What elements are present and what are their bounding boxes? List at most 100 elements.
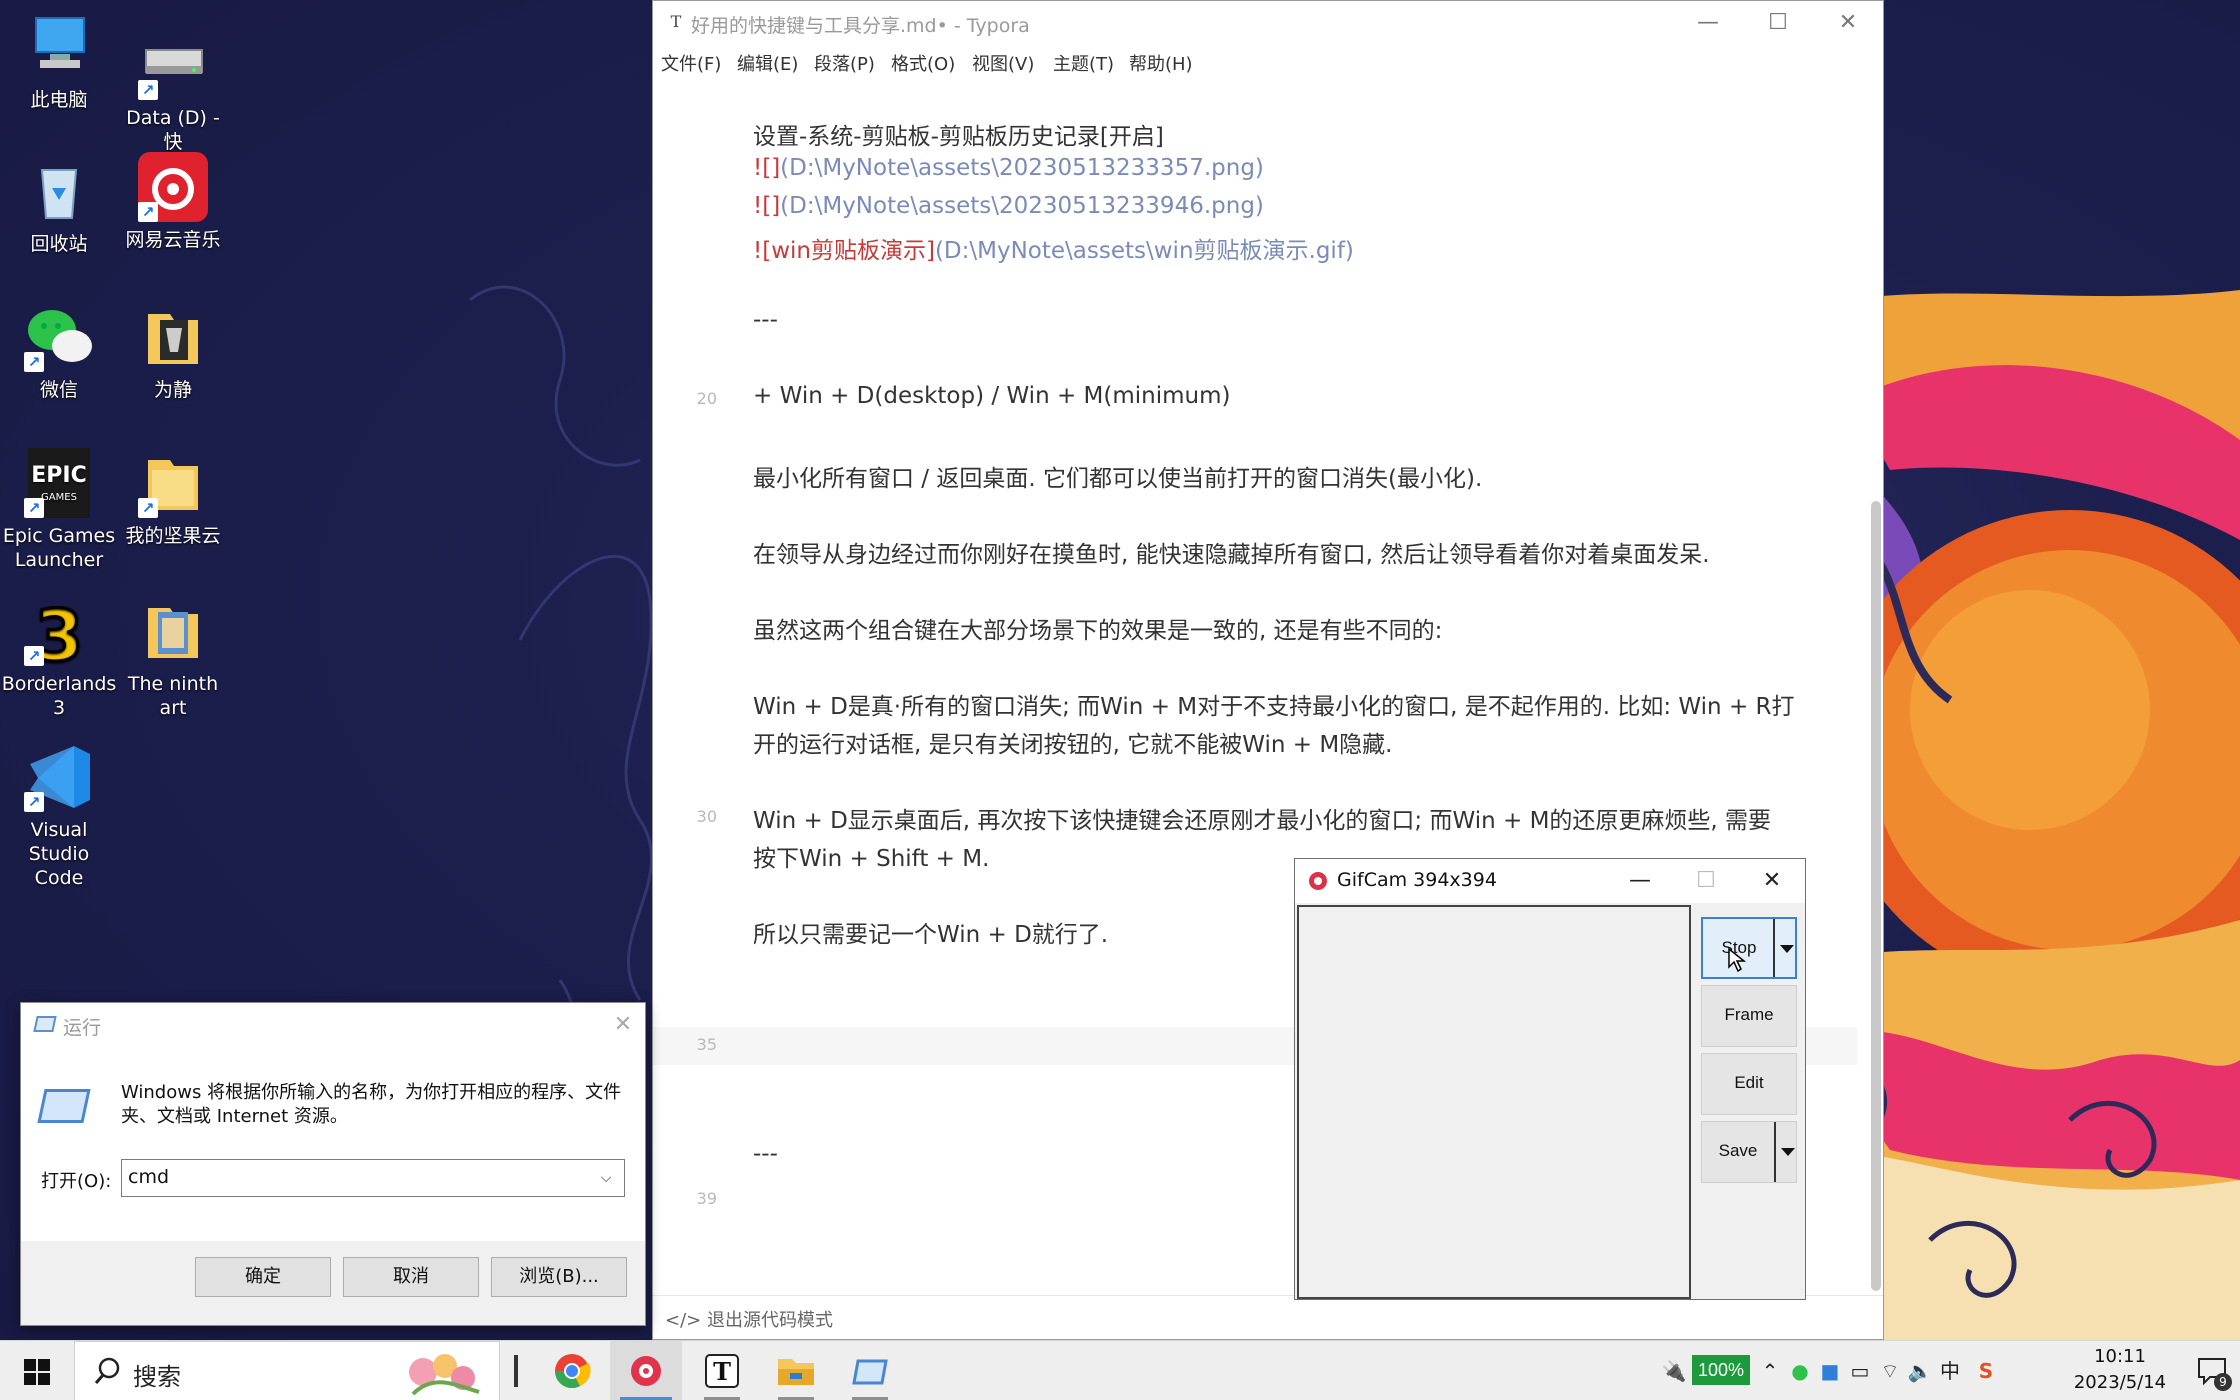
wechat-tray-icon[interactable]: ● bbox=[1786, 1357, 1814, 1385]
desktop-icon-this-pc[interactable]: 此电脑 bbox=[0, 12, 118, 112]
taskbar-search-box[interactable]: 搜索 bbox=[74, 1341, 500, 1400]
drive-icon: ↗ bbox=[138, 30, 208, 100]
recycle-bin-icon bbox=[24, 156, 94, 226]
sogou-ime-icon[interactable]: S bbox=[1972, 1357, 2000, 1385]
scrollbar-thumb[interactable] bbox=[1871, 501, 1881, 1291]
ime-indicator[interactable]: 中 bbox=[1936, 1357, 1964, 1385]
frame-button[interactable]: Frame bbox=[1701, 985, 1797, 1047]
browse-button[interactable]: 浏览(B)... bbox=[491, 1257, 627, 1297]
desktop-icon-netease-music[interactable]: ↗ 网易云音乐 bbox=[114, 152, 232, 252]
search-icon bbox=[94, 1357, 120, 1384]
sync-tray-icon[interactable]: ■ bbox=[1816, 1357, 1844, 1385]
desktop-icon-vscode[interactable]: ↗ Visual Studio Code bbox=[0, 742, 118, 890]
menu-theme[interactable]: 主题(T) bbox=[1053, 50, 1114, 76]
taskbar-run[interactable] bbox=[834, 1341, 906, 1400]
menu-view[interactable]: 视图(V) bbox=[972, 50, 1034, 76]
power-plug-icon[interactable]: 🔌 bbox=[1660, 1357, 1688, 1385]
shortcut-arrow-icon: ↗ bbox=[138, 498, 158, 518]
typora-app-icon: T bbox=[670, 12, 682, 31]
run-app-icon bbox=[33, 1016, 57, 1032]
search-highlight-flowers-icon bbox=[409, 1354, 480, 1396]
save-options-dropdown-icon[interactable] bbox=[1774, 1122, 1796, 1182]
gifcam-titlebar[interactable]: GifCam 394x394 — ☐ ✕ bbox=[1295, 859, 1805, 903]
desktop-icon-jianguoyun[interactable]: ↗ 我的坚果云 bbox=[114, 448, 232, 548]
editor-line-image-3: ![win剪贴板演示](D:\MyNote\assets\win剪贴板演示.gi… bbox=[753, 238, 1354, 264]
battery-percentage[interactable]: 100% bbox=[1692, 1355, 1750, 1385]
wechat-icon: ↗ bbox=[24, 302, 94, 372]
editor-line: 虽然这两个组合键在大部分场景下的效果是一致的, 还是有些不同的: bbox=[753, 618, 1443, 644]
exit-source-mode-button[interactable]: </> 退出源代码模式 bbox=[665, 1306, 833, 1332]
menu-file[interactable]: 文件(F) bbox=[661, 50, 721, 76]
shortcut-arrow-icon: ↗ bbox=[138, 202, 158, 222]
menu-edit[interactable]: 编辑(E) bbox=[737, 50, 798, 76]
taskbar-file-explorer[interactable] bbox=[760, 1341, 832, 1400]
desktop-icon-borderlands3[interactable]: 3 ↗ Borderlands 3 bbox=[0, 594, 118, 720]
line-number: 35 bbox=[696, 1035, 717, 1054]
chevron-down-icon[interactable]: ⌵ bbox=[594, 1166, 618, 1190]
gifcam-close-button[interactable]: ✕ bbox=[1739, 859, 1805, 903]
menu-help[interactable]: 帮助(H) bbox=[1129, 50, 1193, 76]
svg-text:T: T bbox=[713, 1357, 731, 1386]
editor-line-bullet: + Win + D(desktop) / Win + M(minimum) bbox=[753, 383, 1231, 409]
editor-line-hr: --- bbox=[753, 307, 778, 333]
editor-line: Win + D是真·所有的窗口消失; 而Win + M对于不支持最小化的窗口, … bbox=[753, 694, 1795, 720]
shortcut-arrow-icon: ↗ bbox=[24, 646, 44, 666]
ok-button[interactable]: 确定 bbox=[195, 1257, 331, 1297]
start-button[interactable] bbox=[0, 1341, 74, 1400]
folder-icon bbox=[138, 302, 208, 372]
run-dialog-title: 运行 bbox=[63, 1017, 102, 1039]
taskbar-typora[interactable]: T bbox=[686, 1341, 758, 1400]
desktop-icon-epic-games[interactable]: EPIC GAMES ↗ Epic Games Launcher bbox=[0, 448, 118, 572]
shortcut-arrow-icon: ↗ bbox=[24, 498, 44, 518]
gifcam-capture-area[interactable] bbox=[1297, 905, 1691, 1299]
editor-scrollbar[interactable] bbox=[1871, 81, 1881, 1295]
stop-button[interactable]: Stop bbox=[1701, 917, 1797, 979]
close-button[interactable]: ✕ bbox=[1813, 1, 1883, 45]
editor-line: 最小化所有窗口 / 返回桌面. 它们都可以使当前打开的窗口消失(最小化). bbox=[753, 466, 1483, 492]
menu-format[interactable]: 格式(O) bbox=[891, 50, 955, 76]
minimize-button[interactable]: — bbox=[1673, 1, 1743, 45]
run-close-button[interactable]: ✕ bbox=[601, 1003, 645, 1047]
editor-line-hr: --- bbox=[753, 1141, 778, 1167]
epic-games-icon: EPIC GAMES ↗ bbox=[24, 448, 94, 518]
taskbar-gifcam[interactable] bbox=[610, 1341, 682, 1400]
computer-icon bbox=[24, 12, 94, 82]
chevron-up-icon[interactable]: ⌃ bbox=[1756, 1357, 1784, 1385]
shortcut-arrow-icon: ↗ bbox=[138, 80, 158, 100]
wifi-icon[interactable]: ⌔ bbox=[1876, 1357, 1904, 1385]
save-button[interactable]: Save bbox=[1701, 1121, 1797, 1183]
gifcam-maximize-button[interactable]: ☐ bbox=[1673, 859, 1739, 903]
line-number: 20 bbox=[696, 389, 717, 408]
folder-icon bbox=[778, 1359, 814, 1385]
cancel-button[interactable]: 取消 bbox=[343, 1257, 479, 1297]
line-number: 39 bbox=[696, 1189, 717, 1208]
desktop-icon-weijing-folder[interactable]: 为静 bbox=[114, 302, 232, 402]
open-label: 打开(O): bbox=[41, 1171, 112, 1192]
run-command-input[interactable]: cmd ⌵ bbox=[121, 1159, 625, 1197]
gifcam-minimize-button[interactable]: — bbox=[1607, 859, 1673, 903]
task-view-icon[interactable] bbox=[514, 1355, 518, 1387]
desktop-icon-ninth-art[interactable]: The ninth art bbox=[114, 596, 232, 720]
typora-titlebar[interactable]: T 好用的快捷键与工具分享.md• - Typora — ☐ ✕ bbox=[653, 1, 1883, 45]
borderlands-icon: 3 ↗ bbox=[24, 594, 94, 679]
edit-button[interactable]: Edit bbox=[1701, 1053, 1797, 1115]
maximize-button[interactable]: ☐ bbox=[1743, 1, 1813, 45]
stop-options-dropdown-icon[interactable] bbox=[1773, 919, 1795, 977]
gifcam-title: GifCam 394x394 bbox=[1337, 869, 1497, 891]
run-dialog-titlebar[interactable]: 运行 ✕ bbox=[21, 1003, 645, 1047]
folder-icon: ↗ bbox=[138, 448, 208, 518]
notification-center-button[interactable]: 9 bbox=[2196, 1355, 2232, 1391]
vscode-icon: ↗ bbox=[24, 742, 94, 812]
volume-icon[interactable]: 🔈 bbox=[1906, 1357, 1934, 1385]
menu-paragraph[interactable]: 段落(P) bbox=[814, 50, 875, 76]
editor-line-image-1: ![](D:\MyNote\assets\20230513233357.png) bbox=[753, 155, 1264, 181]
clock[interactable]: 10:11 2023/5/14 bbox=[2050, 1344, 2190, 1396]
desktop-icon-recycle-bin[interactable]: 回收站 bbox=[0, 156, 118, 256]
taskbar-chrome[interactable] bbox=[536, 1341, 608, 1400]
notification-count-badge: 9 bbox=[2214, 1373, 2232, 1391]
editor-line: 设置-系统-剪贴板-剪贴板历史记录[开启] bbox=[753, 124, 1164, 150]
desktop-icon-wechat[interactable]: ↗ 微信 bbox=[0, 302, 118, 402]
shortcut-arrow-icon: ↗ bbox=[24, 352, 44, 372]
battery-icon[interactable]: ▭ bbox=[1846, 1357, 1874, 1385]
run-dialog-body: Windows 将根据你所输入的名称，为你打开相应的程序、文件夹、文档或 Int… bbox=[21, 1047, 645, 1241]
